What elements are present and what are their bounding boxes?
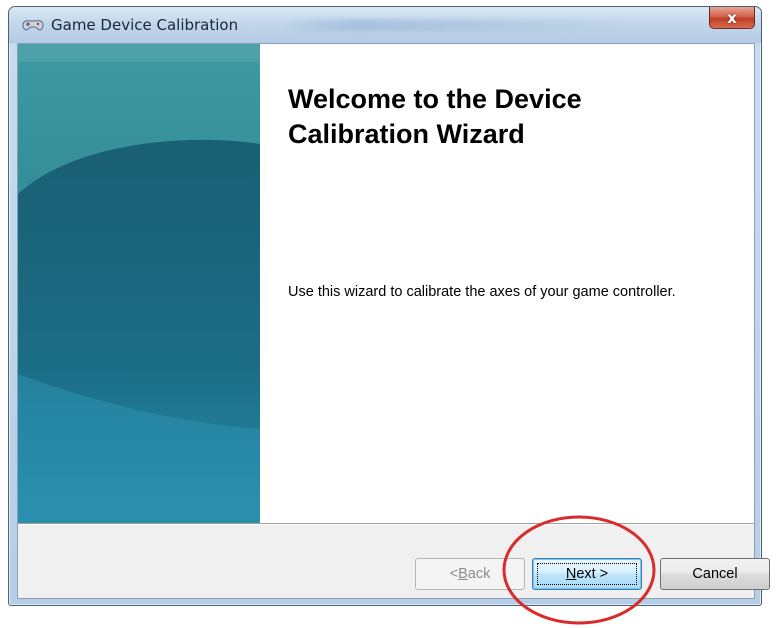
next-button-label: ext > (576, 566, 609, 582)
close-icon: x (727, 8, 737, 27)
wizard-content: Welcome to the Device Calibration Wizard… (260, 44, 754, 523)
back-button-mnemonic: B (458, 566, 468, 582)
cancel-button[interactable]: Cancel (660, 558, 770, 590)
title-bar-background (279, 19, 659, 31)
side-panel-swoosh (18, 44, 260, 523)
wizard-client-area: Welcome to the Device Calibration Wizard… (17, 43, 770, 599)
wizard-description: Use this wizard to calibrate the axes of… (288, 284, 676, 300)
back-button-label: ack (467, 566, 491, 582)
next-button-mnemonic: N (565, 566, 577, 582)
close-button[interactable]: x (709, 7, 755, 29)
wizard-window: Game Device Calibration x Welcome to the… (8, 6, 770, 606)
window-title: Game Device Calibration (51, 16, 239, 34)
footer-divider (18, 523, 754, 525)
game-controller-icon (22, 20, 44, 31)
title-bar[interactable]: Game Device Calibration x (9, 7, 761, 43)
back-button-prefix: < (449, 566, 459, 582)
page-title: Welcome to the Device Calibration Wizard (288, 84, 582, 149)
cancel-button-label: Cancel (692, 566, 738, 582)
next-button[interactable]: Next > (532, 558, 642, 590)
wizard-side-graphic (18, 44, 260, 523)
back-button[interactable]: < Back (415, 558, 525, 590)
